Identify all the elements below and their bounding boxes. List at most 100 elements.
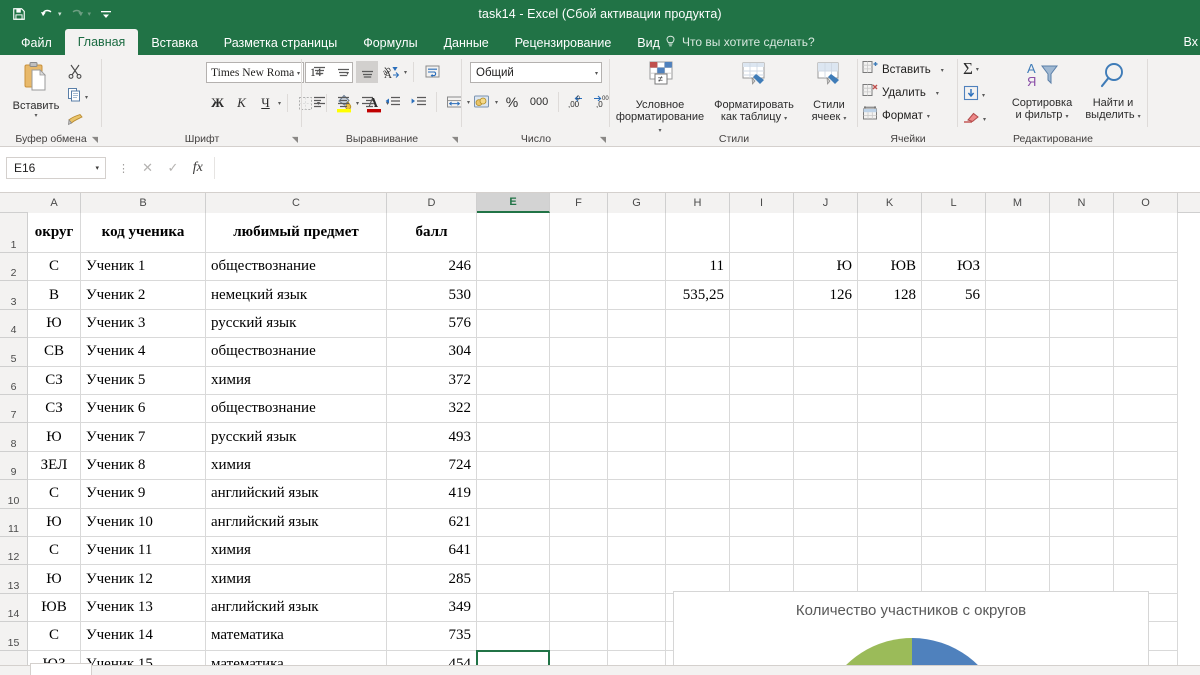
cell-B5[interactable]: Ученик 4 xyxy=(81,338,206,367)
cell-empty-O8[interactable] xyxy=(1114,423,1178,452)
cell-empty-F12[interactable] xyxy=(550,537,608,566)
cell-empty-E15[interactable] xyxy=(477,622,550,651)
cell-empty-L10[interactable] xyxy=(922,480,986,509)
cell-empty-I9[interactable] xyxy=(730,451,794,481)
cell-empty-F9[interactable] xyxy=(550,451,608,481)
find-select-dropdown-icon[interactable]: ▾ xyxy=(1138,114,1141,120)
formula-input[interactable] xyxy=(214,157,1196,179)
cell-L3[interactable]: 56 xyxy=(922,281,986,310)
cell-C15[interactable]: математика xyxy=(206,622,387,651)
cell-empty-G5[interactable] xyxy=(608,338,666,367)
format-cells-button[interactable]: Формат ▾ xyxy=(862,106,930,126)
column-header-m[interactable]: M xyxy=(986,193,1050,213)
cell-empty-L9[interactable] xyxy=(922,451,986,481)
cell-empty-K1[interactable] xyxy=(858,213,922,253)
format-as-table-dropdown-icon[interactable]: ▾ xyxy=(784,116,787,122)
cell-C11[interactable]: английский язык xyxy=(206,508,387,537)
row-header-13[interactable]: 13 xyxy=(0,565,28,594)
cell-B2[interactable]: Ученик 1 xyxy=(81,253,206,282)
cell-empty-O11[interactable] xyxy=(1114,508,1178,537)
cell-empty-O10[interactable] xyxy=(1114,480,1178,509)
cell-empty-F1[interactable] xyxy=(550,213,608,253)
insert-function-icon[interactable]: fx xyxy=(193,160,203,176)
cell-A10[interactable]: С xyxy=(28,480,81,509)
cell-empty-I12[interactable] xyxy=(730,537,794,566)
cell-A8[interactable]: Ю xyxy=(28,423,81,452)
cell-B8[interactable]: Ученик 7 xyxy=(81,423,206,452)
increase-indent-icon[interactable] xyxy=(406,91,430,113)
cell-empty-I5[interactable] xyxy=(730,338,794,367)
cell-H3[interactable]: 535,25 xyxy=(666,281,730,310)
cell-B3[interactable]: Ученик 2 xyxy=(81,281,206,310)
decrease-decimal-icon[interactable]: ,00 0 xyxy=(565,91,587,113)
tab-data[interactable]: Данные xyxy=(431,30,502,55)
row-header-12[interactable]: 12 xyxy=(0,537,28,566)
cell-empty-M3[interactable] xyxy=(986,281,1050,310)
tab-home[interactable]: Главная xyxy=(64,29,139,55)
cell-empty-E3[interactable] xyxy=(477,281,550,310)
cell-empty-G13[interactable] xyxy=(608,565,666,594)
cell-empty-F14[interactable] xyxy=(550,593,608,623)
cell-D7[interactable]: 322 xyxy=(387,395,477,424)
tab-file[interactable]: Файл xyxy=(8,30,65,55)
tab-review[interactable]: Рецензирование xyxy=(502,30,625,55)
confirm-entry-icon[interactable]: ✓ xyxy=(167,160,178,176)
cell-empty-F13[interactable] xyxy=(550,565,608,594)
column-header-h[interactable]: H xyxy=(666,193,730,213)
cancel-entry-icon[interactable]: ✕ xyxy=(142,160,153,176)
cell-K2[interactable]: ЮВ xyxy=(858,253,922,282)
sort-filter-button[interactable]: А Я Сортировка и фильтр ▾ xyxy=(1006,60,1078,123)
cell-empty-I11[interactable] xyxy=(730,508,794,537)
cell-empty-K5[interactable] xyxy=(858,338,922,367)
column-header-f[interactable]: F xyxy=(550,193,608,213)
cell-empty-N9[interactable] xyxy=(1050,451,1114,481)
cell-empty-E4[interactable] xyxy=(477,309,550,339)
row-header-1[interactable]: 1 xyxy=(0,213,28,253)
cell-empty-L4[interactable] xyxy=(922,309,986,339)
cell-J2[interactable]: Ю xyxy=(794,253,858,282)
number-dialog-launcher[interactable]: ◥ xyxy=(600,135,606,144)
cell-A6[interactable]: СЗ xyxy=(28,366,81,395)
fill-dropdown-icon[interactable]: ▾ xyxy=(982,92,985,99)
cell-empty-F2[interactable] xyxy=(550,253,608,282)
delete-cells-dropdown-icon[interactable]: ▾ xyxy=(936,90,939,97)
cell-empty-F8[interactable] xyxy=(550,423,608,452)
cell-empty-G1[interactable] xyxy=(608,213,666,253)
cell-empty-G12[interactable] xyxy=(608,537,666,566)
column-header-e[interactable]: E xyxy=(477,193,550,213)
cell-C13[interactable]: химия xyxy=(206,565,387,594)
insert-cells-dropdown-icon[interactable]: ▾ xyxy=(941,67,944,74)
cell-C12[interactable]: химия xyxy=(206,537,387,566)
cell-empty-M6[interactable] xyxy=(986,366,1050,395)
row-header-2[interactable]: 2 xyxy=(0,253,28,282)
wrap-text-icon[interactable] xyxy=(420,61,444,83)
cell-empty-H11[interactable] xyxy=(666,508,730,537)
comma-format-button[interactable]: 000 xyxy=(526,91,552,113)
column-header-o[interactable]: O xyxy=(1114,193,1178,213)
cell-empty-K10[interactable] xyxy=(858,480,922,509)
cell-empty-H7[interactable] xyxy=(666,395,730,424)
insert-cells-button[interactable]: Вставить ▾ xyxy=(862,60,944,80)
spreadsheet-grid[interactable]: A B C D E F G H I J K L M N O 1 округ код … xyxy=(0,193,1200,675)
clipboard-dialog-launcher[interactable]: ◥ xyxy=(92,135,98,144)
cell-empty-F5[interactable] xyxy=(550,338,608,367)
cell-empty-J6[interactable] xyxy=(794,366,858,395)
row-header-15[interactable]: 15 xyxy=(0,622,28,651)
cell-empty-H1[interactable] xyxy=(666,213,730,253)
cell-B10[interactable]: Ученик 9 xyxy=(81,480,206,509)
tab-insert[interactable]: Вставка xyxy=(138,30,210,55)
cell-B15[interactable]: Ученик 14 xyxy=(81,622,206,651)
column-header-b[interactable]: B xyxy=(81,193,206,213)
cell-empty-J13[interactable] xyxy=(794,565,858,594)
cell-empty-J8[interactable] xyxy=(794,423,858,452)
cell-D1[interactable]: балл xyxy=(387,213,477,253)
cell-C1[interactable]: любимый предмет xyxy=(206,213,387,253)
cell-empty-E7[interactable] xyxy=(477,395,550,424)
delete-cells-button[interactable]: Удалить ▾ xyxy=(862,83,939,103)
cell-D2[interactable]: 246 xyxy=(387,253,477,282)
cell-empty-H10[interactable] xyxy=(666,480,730,509)
cell-A11[interactable]: Ю xyxy=(28,508,81,537)
cell-empty-G4[interactable] xyxy=(608,309,666,339)
cell-empty-K13[interactable] xyxy=(858,565,922,594)
tab-page-layout[interactable]: Разметка страницы xyxy=(211,30,350,55)
